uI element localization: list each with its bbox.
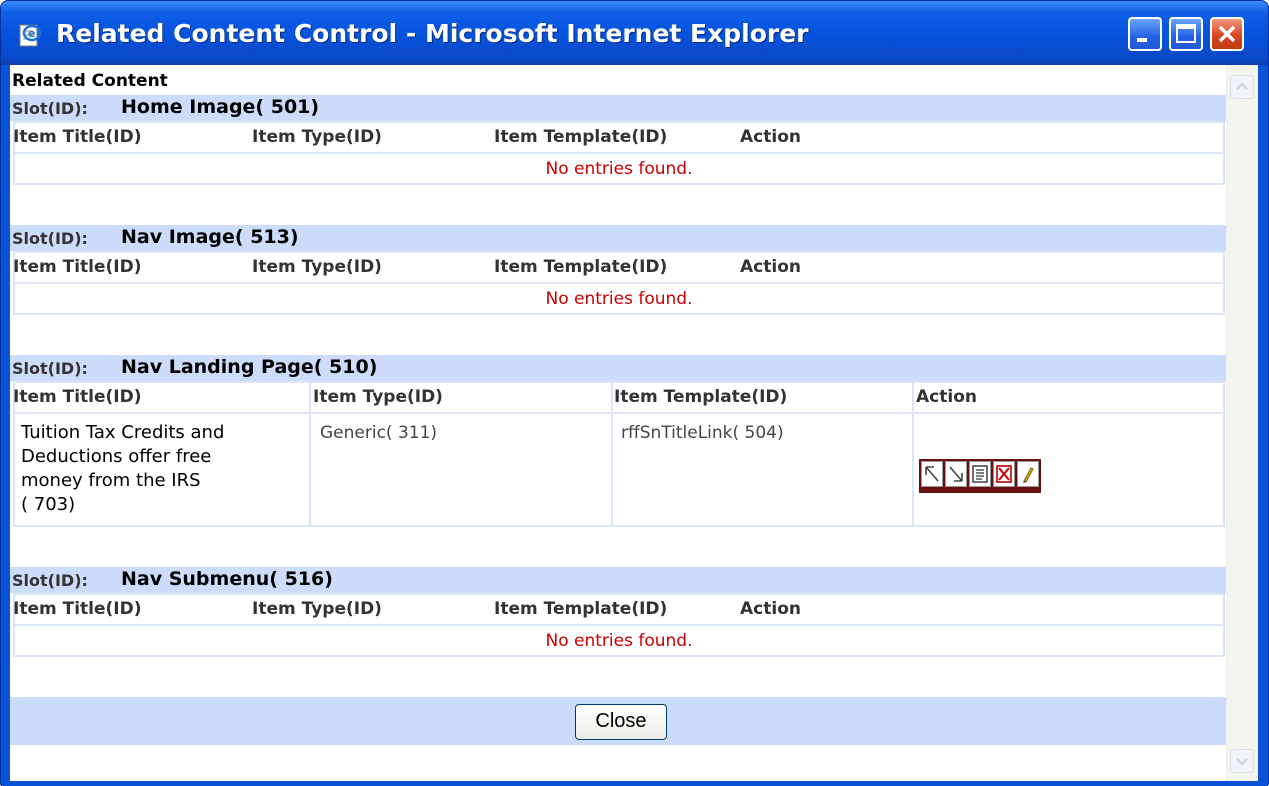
footer-bar: Close (10, 697, 1227, 745)
column-header-title: Item Title(ID) (13, 599, 142, 619)
move-up-button[interactable] (921, 461, 943, 487)
column-header-template: Item Template(ID) (494, 257, 668, 277)
browser-content: Related Content Slot(ID): Home Image( 50… (10, 65, 1258, 781)
move-down-button[interactable] (945, 461, 967, 487)
slot-name: Nav Landing Page( 510) (121, 356, 378, 378)
delete-icon (996, 465, 1012, 483)
edit-properties-icon (972, 465, 988, 483)
close-window-button[interactable] (1210, 17, 1244, 51)
close-icon (1218, 25, 1236, 43)
scroll-down-button[interactable] (1230, 749, 1254, 773)
item-action-toolbar (919, 459, 1041, 493)
slot-name: Home Image( 501) (121, 96, 320, 118)
vertical-scrollbar[interactable] (1226, 65, 1258, 781)
ie-page-icon: e (17, 22, 43, 48)
column-header-action: Action (740, 257, 801, 277)
minimize-icon (1137, 38, 1147, 42)
column-header-title: Item Title(ID) (13, 387, 142, 407)
column-header-template: Item Template(ID) (494, 127, 668, 147)
close-button[interactable]: Close (575, 704, 667, 740)
slot-table-nav-landing-page: Item Title(ID) Item Type(ID) Item Templa… (13, 381, 1227, 527)
window-bottom-border (1, 781, 1268, 786)
move-up-icon (925, 466, 939, 482)
slot-table-nav-submenu: Item Title(ID) Item Type(ID) Item Templa… (13, 593, 1227, 659)
title-bar[interactable]: e Related Content Control - Microsoft In… (1, 1, 1268, 65)
column-header-template: Item Template(ID) (494, 599, 668, 619)
column-header-type: Item Type(ID) (313, 387, 443, 407)
slot-table-home-image: Item Title(ID) Item Type(ID) Item Templa… (13, 121, 1227, 187)
column-header-template: Item Template(ID) (614, 387, 788, 407)
slot-header-nav-image: Slot(ID): Nav Image( 513) (10, 225, 1227, 251)
minimize-button[interactable] (1128, 17, 1162, 51)
move-down-icon (949, 466, 963, 482)
slot-label: Slot(ID): (12, 359, 88, 378)
scroll-up-button[interactable] (1230, 75, 1254, 99)
slot-label: Slot(ID): (12, 229, 88, 248)
slot-name: Nav Submenu( 516) (121, 568, 333, 590)
svg-text:e: e (28, 27, 35, 40)
column-header-type: Item Type(ID) (252, 257, 382, 277)
window-title: Related Content Control - Microsoft Inte… (56, 19, 809, 48)
slot-header-nav-submenu: Slot(ID): Nav Submenu( 516) (10, 567, 1227, 593)
chevron-up-icon (1236, 82, 1248, 90)
no-entries-message: No entries found. (545, 159, 693, 179)
item-template-cell: rffSnTitleLink( 504) (621, 423, 784, 443)
maximize-icon (1176, 24, 1196, 43)
related-content-page: Related Content Slot(ID): Home Image( 50… (10, 65, 1227, 781)
edit-properties-button[interactable] (969, 461, 991, 487)
item-type-cell: Generic( 311) (320, 423, 438, 443)
ie-window: e Related Content Control - Microsoft In… (0, 0, 1269, 786)
slot-name: Nav Image( 513) (121, 226, 299, 248)
slot-header-home-image: Slot(ID): Home Image( 501) (10, 95, 1227, 121)
slot-label: Slot(ID): (12, 99, 88, 118)
item-title-cell: Tuition Tax Credits and Deductions offer… (21, 422, 225, 515)
edit-pencil-icon (1023, 467, 1034, 483)
column-header-title: Item Title(ID) (13, 127, 142, 147)
chevron-down-icon (1236, 758, 1248, 766)
slot-label: Slot(ID): (12, 571, 88, 590)
no-entries-message: No entries found. (545, 631, 693, 651)
no-entries-message: No entries found. (545, 289, 693, 309)
column-header-action: Action (740, 127, 801, 147)
column-header-action: Action (916, 387, 977, 407)
column-header-type: Item Type(ID) (252, 599, 382, 619)
delete-button[interactable] (993, 461, 1015, 487)
edit-item-button[interactable] (1017, 461, 1039, 487)
maximize-button[interactable] (1169, 17, 1203, 51)
page-heading: Related Content (12, 71, 168, 91)
column-header-action: Action (740, 599, 801, 619)
column-header-type: Item Type(ID) (252, 127, 382, 147)
column-header-title: Item Title(ID) (13, 257, 142, 277)
slot-header-nav-landing-page: Slot(ID): Nav Landing Page( 510) (10, 355, 1227, 381)
slot-table-nav-image: Item Title(ID) Item Type(ID) Item Templa… (13, 251, 1227, 317)
